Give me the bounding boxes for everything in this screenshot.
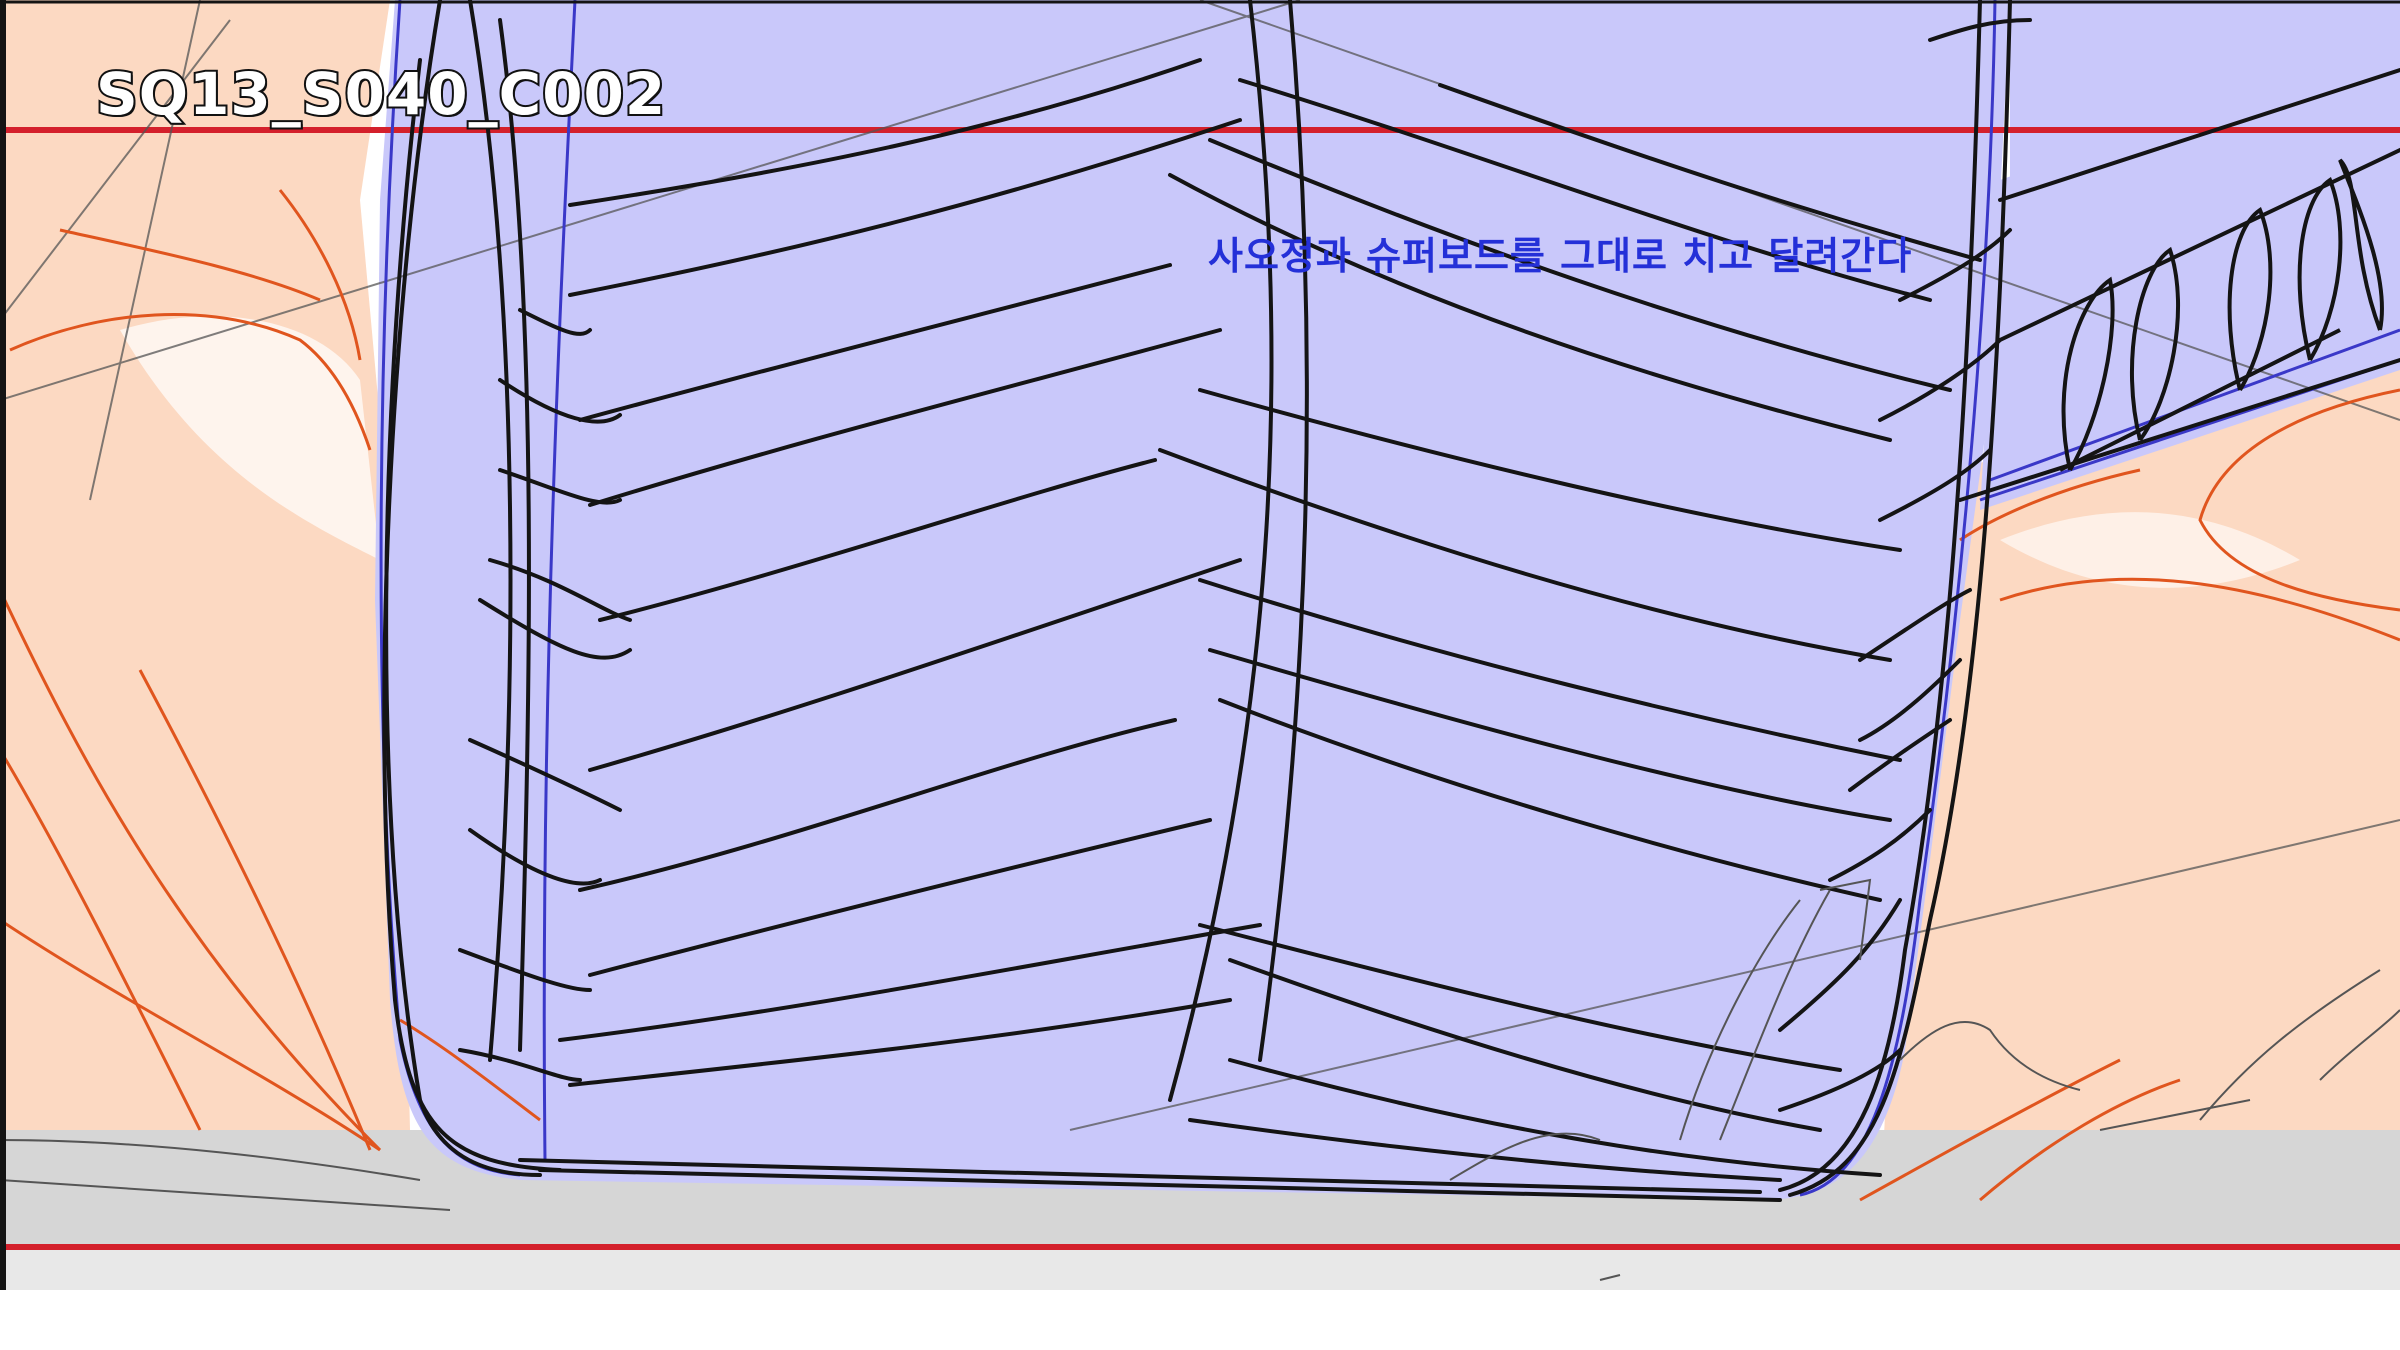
shot-code-label: SQ13_S040_C002 xyxy=(94,58,667,130)
storyboard-frame: SQ13_S040_C002 사오정과 슈퍼보드를 그대로 치고 달려간다 xyxy=(0,0,2400,1350)
ground-strip xyxy=(0,1250,2400,1290)
storyboard-sketch xyxy=(0,0,2400,1350)
bottom-margin xyxy=(0,1290,2400,1350)
scene-note: 사오정과 슈퍼보드를 그대로 치고 달려간다 xyxy=(1208,234,1913,278)
